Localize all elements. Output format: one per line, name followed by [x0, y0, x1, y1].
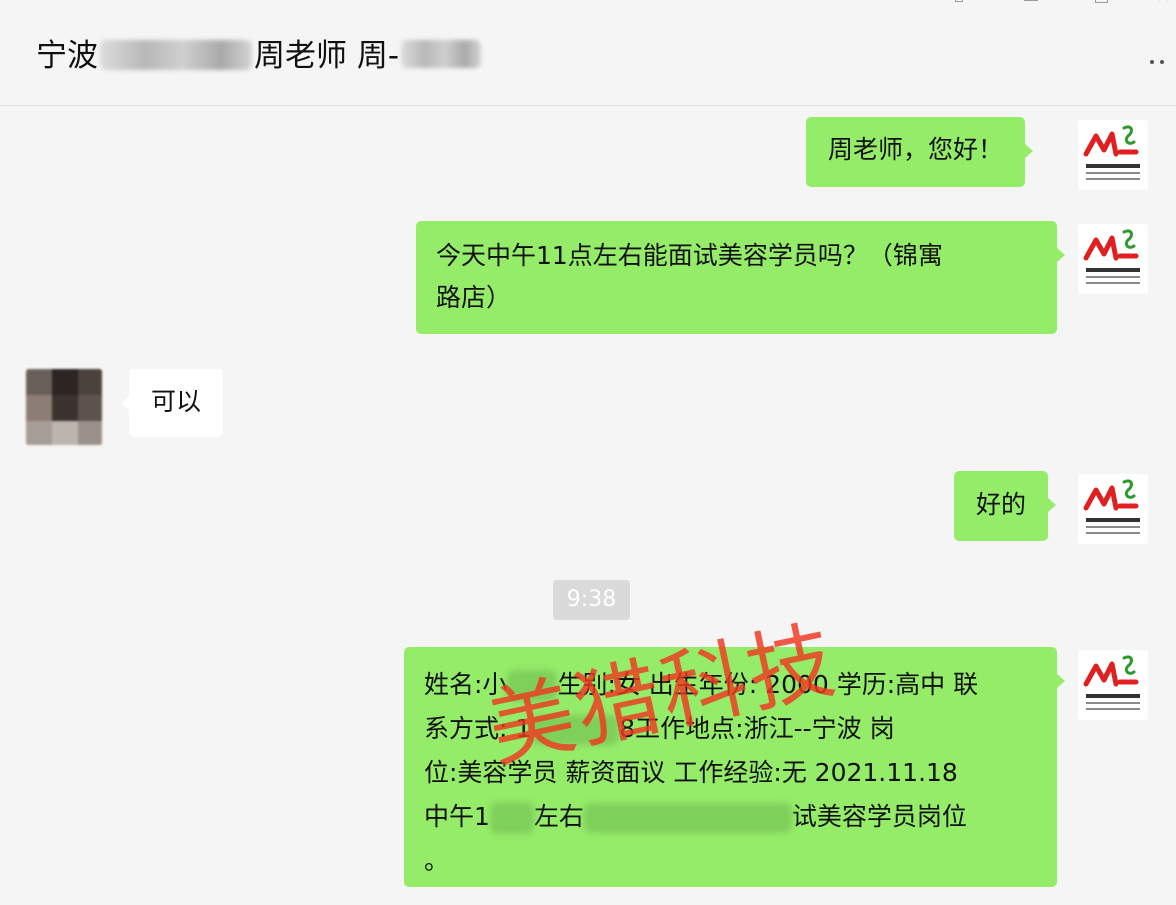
logo-text-line: [1086, 178, 1140, 180]
close-icon[interactable]: [1156, 0, 1171, 6]
avatar-pixel: [26, 421, 52, 445]
ml-logo-icon: [1083, 229, 1139, 261]
redacted-blur: [583, 803, 792, 833]
ml-logo-icon: [1083, 479, 1139, 511]
logo-text-line: [1086, 268, 1140, 272]
ml-logo-icon: [1083, 125, 1139, 157]
avatar-pixel: [78, 395, 102, 421]
avatar-pixel: [78, 421, 102, 445]
chat-title: 宁波 周老师 周-: [36, 34, 482, 78]
message-text-line: 系方式: 1 8工作地点:浙江--宁波 岗: [424, 714, 895, 745]
message-text-line: 位:美容学员 薪资面议 工作经验:无 2021.11.18: [424, 758, 958, 787]
logo-text-line: [1086, 518, 1140, 522]
chat-title-part1: 宁波: [36, 38, 98, 74]
message-text: 好的: [976, 490, 1027, 519]
message-timestamp: 9:38: [553, 580, 630, 620]
maximize-icon[interactable]: [1094, 0, 1108, 6]
avatar-pixel: [26, 395, 52, 421]
avatar-pixel: [26, 369, 52, 395]
message-bubble-outgoing[interactable]: 今天中午11点左右能面试美容学员吗？（锦寓 路店）: [416, 221, 1065, 334]
self-avatar[interactable]: [1078, 474, 1148, 544]
message-text-line: 今天中午11点左右能面试美容学员吗？（锦寓: [436, 241, 943, 270]
logo-text-line: [1086, 164, 1140, 168]
self-avatar[interactable]: [1078, 224, 1148, 294]
logo-text-line: [1086, 532, 1140, 534]
avatar-pixel: [52, 395, 78, 421]
redacted-blur: [531, 715, 620, 745]
redacted-blur: [507, 670, 558, 702]
redacted-blur: [401, 39, 482, 68]
message-text: 可以: [151, 387, 202, 416]
message-text-line: 中午1 左右 试美容学员岗位: [424, 795, 1037, 839]
message-bubble-outgoing[interactable]: 姓名:小 生别:女 出生年份: 2000 学历:高中 联 系方式: 1 8工作地点:…: [404, 647, 1065, 887]
logo-text-line: [1086, 526, 1140, 528]
message-bubble-incoming[interactable]: 可以: [120, 369, 224, 437]
chat-title-part2: 周老师 周-: [254, 38, 400, 74]
redacted-blur: [489, 802, 534, 834]
message-text-line: 。: [424, 846, 450, 875]
avatar-pixel: [52, 369, 78, 395]
message-bubble-outgoing[interactable]: 周老师，您好！: [806, 117, 1034, 187]
logo-text-line: [1086, 702, 1140, 704]
logo-text-line: [1086, 694, 1140, 698]
logo-text-line: [1086, 282, 1140, 284]
logo-text-line: [1086, 172, 1140, 174]
ml-logo-icon: [1083, 655, 1139, 687]
contact-avatar[interactable]: [26, 369, 102, 445]
logo-text-line: [1086, 708, 1140, 710]
more-options-icon[interactable]: [1146, 52, 1174, 66]
self-avatar[interactable]: [1078, 120, 1148, 190]
chat-header: 宁波 周老师 周-: [0, 0, 1176, 106]
message-bubble-outgoing[interactable]: 好的: [954, 471, 1057, 541]
pin-icon[interactable]: [952, 0, 964, 6]
message-text: 周老师，您好！: [828, 135, 1004, 164]
minimize-icon[interactable]: [1024, 0, 1038, 6]
avatar-pixel: [78, 369, 102, 395]
message-text-line: 路店）: [436, 283, 512, 312]
logo-text-line: [1086, 276, 1140, 278]
message-text-line: 姓名:小 生别:女 出生年份: 2000 学历:高中 联: [424, 663, 1037, 707]
redacted-blur: [100, 39, 252, 70]
self-avatar[interactable]: [1078, 650, 1148, 720]
avatar-pixel: [52, 421, 78, 445]
